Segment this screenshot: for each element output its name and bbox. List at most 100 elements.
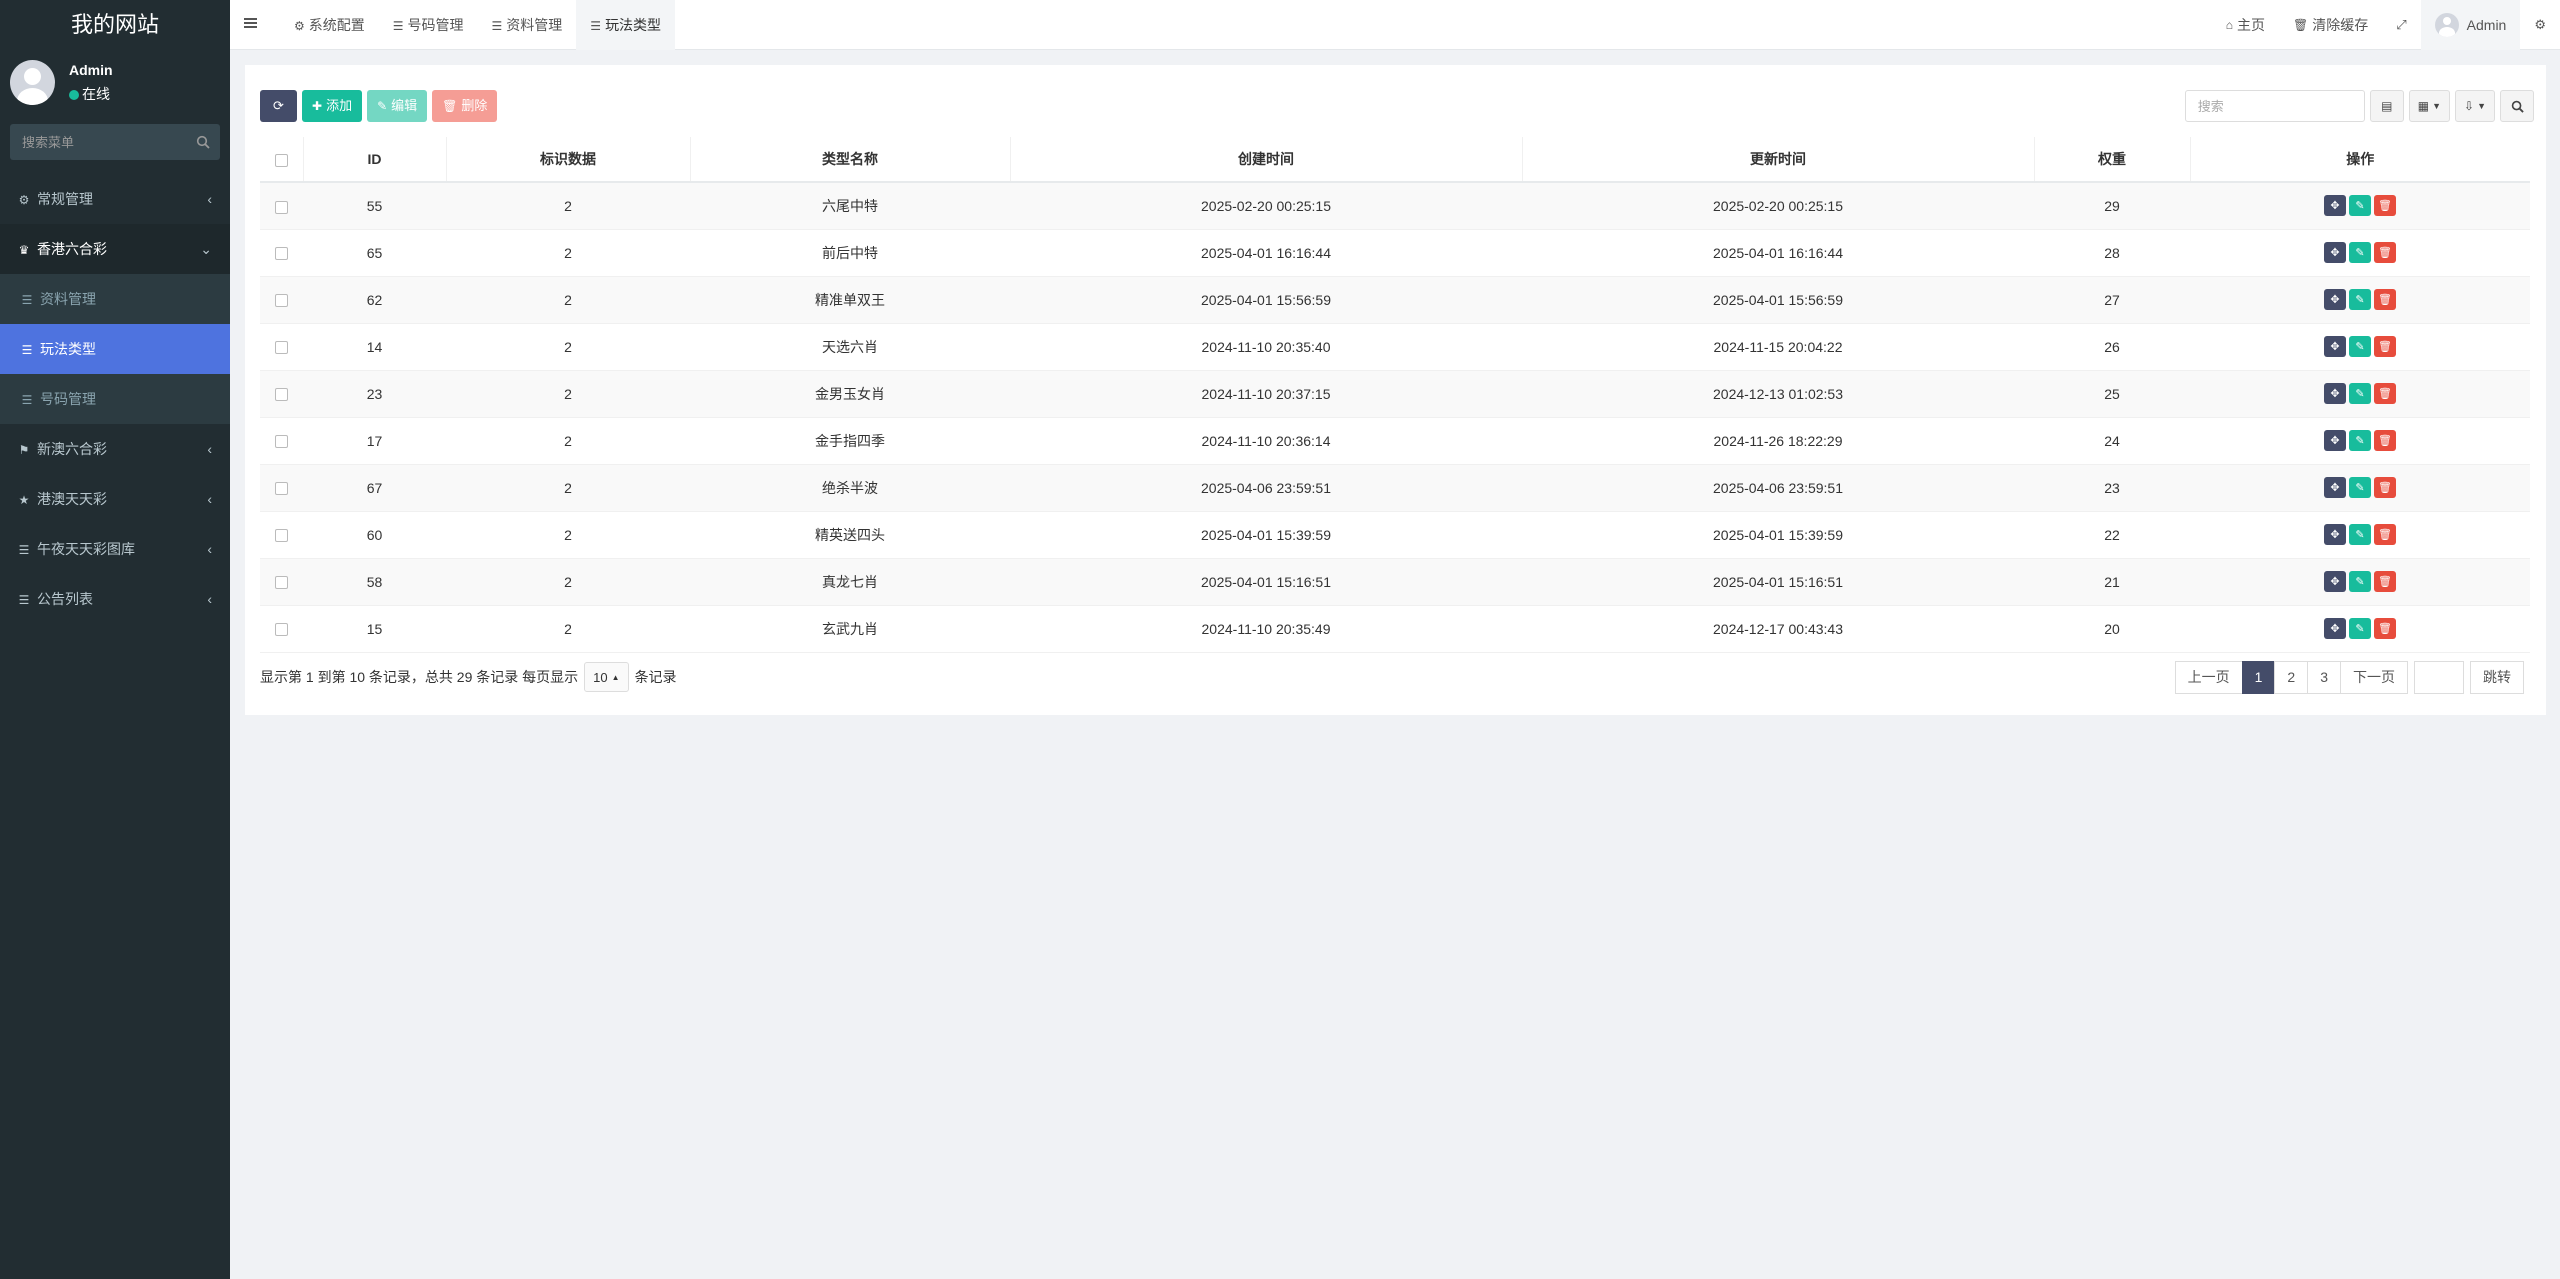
trash-icon: 🗑 (2378, 482, 2392, 494)
add-button[interactable]: ✚ 添加 (302, 90, 363, 122)
drag-sort-button[interactable]: ✥ (2324, 618, 2346, 639)
row-checkbox[interactable] (275, 576, 288, 590)
export-button[interactable]: ⇩ ▼ (2455, 90, 2495, 122)
tab-data-management[interactable]: ☰ 资料管理 (478, 0, 577, 50)
page-size-select[interactable]: 10 ▲ (584, 662, 629, 692)
column-header-id[interactable]: ID (303, 137, 447, 183)
menu-search-input[interactable] (10, 124, 220, 160)
sidebar-item-new-macau[interactable]: ⚑ 新澳六合彩 ‹ (0, 424, 230, 474)
sidebar-item-play-types[interactable]: ☰ 玩法类型 (0, 324, 230, 374)
row-select-cell (260, 370, 303, 418)
row-checkbox[interactable] (275, 294, 288, 308)
page-3-button[interactable]: 3 (2307, 661, 2341, 694)
tab-system-config[interactable]: ⚙ 系统配置 (280, 0, 379, 50)
tab-number-management[interactable]: ☰ 号码管理 (379, 0, 478, 50)
drag-sort-button[interactable]: ✥ (2324, 571, 2346, 592)
row-edit-button[interactable]: ✎ (2349, 477, 2371, 498)
row-checkbox[interactable] (275, 388, 288, 402)
row-checkbox[interactable] (275, 200, 288, 214)
column-header-name[interactable]: 类型名称 (690, 137, 1011, 183)
row-delete-button[interactable]: 🗑 (2374, 336, 2396, 357)
sidebar-item-number-management[interactable]: ☰ 号码管理 (0, 374, 230, 424)
column-header-weight[interactable]: 权重 (2034, 137, 2191, 183)
clear-cache-button[interactable]: 🗑 清除缓存 (2279, 0, 2382, 50)
brand-title[interactable]: 我的网站 (0, 0, 230, 50)
row-delete-button[interactable]: 🗑 (2374, 524, 2396, 545)
sidebar-item-data-management[interactable]: ☰ 资料管理 (0, 274, 230, 324)
row-edit-button[interactable]: ✎ (2349, 336, 2371, 357)
tab-play-types[interactable]: ☰ 玩法类型 (576, 0, 676, 50)
row-delete-button[interactable]: 🗑 (2374, 289, 2396, 310)
table-row[interactable]: 65 2 前后中特 2025-04-01 16:16:44 2025-04-01 16:… (260, 229, 2530, 277)
row-checkbox[interactable] (275, 247, 288, 261)
next-page-button[interactable]: 下一页 (2340, 661, 2408, 694)
column-header-flag[interactable]: 标识数据 (446, 137, 691, 183)
sidebar-item-hk-macau-daily[interactable]: ★ 港澳天天彩 ‹ (0, 474, 230, 524)
fullscreen-button[interactable]: ⤢ (2382, 0, 2420, 50)
row-checkbox[interactable] (275, 529, 288, 543)
toggle-view-button[interactable]: ▤ (2369, 90, 2404, 122)
row-edit-button[interactable]: ✎ (2349, 242, 2371, 263)
column-header-updated[interactable]: 更新时间 (1522, 137, 2035, 183)
table-row[interactable]: 17 2 金手指四季 2024-11-10 20:36:14 2024-11-26 18… (260, 417, 2530, 465)
row-edit-button[interactable]: ✎ (2349, 289, 2371, 310)
sidebar-item-hk-lottery[interactable]: ♛ 香港六合彩 ⌄ (0, 224, 230, 274)
sidebar-item-midnight-gallery[interactable]: ☰ 午夜天天彩图库 ‹ (0, 524, 230, 574)
search-icon[interactable] (196, 135, 210, 149)
columns-button[interactable]: ▦ ▼ (2408, 90, 2451, 122)
table-search-input[interactable] (2184, 90, 2365, 122)
row-edit-button[interactable]: ✎ (2349, 430, 2371, 451)
drag-sort-button[interactable]: ✥ (2324, 242, 2346, 263)
row-delete-button[interactable]: 🗑 (2374, 571, 2396, 592)
table-row[interactable]: 55 2 六尾中特 2025-02-20 00:25:15 2025-02-20 00:… (260, 182, 2530, 230)
settings-button[interactable]: ⚙ (2520, 0, 2560, 50)
user-menu[interactable]: Admin (2420, 0, 2521, 50)
row-edit-button[interactable]: ✎ (2349, 383, 2371, 404)
row-edit-button[interactable]: ✎ (2349, 195, 2371, 217)
hamburger-menu-icon[interactable] (244, 16, 258, 30)
table-row[interactable]: 15 2 玄武九肖 2024-11-10 20:35:49 2024-12-17 00:… (260, 605, 2530, 653)
row-edit-button[interactable]: ✎ (2349, 571, 2371, 592)
row-edit-button[interactable]: ✎ (2349, 618, 2371, 639)
row-delete-button[interactable]: 🗑 (2374, 430, 2396, 451)
row-checkbox[interactable] (275, 341, 288, 355)
sidebar-item-announcements[interactable]: ☰ 公告列表 ‹ (0, 574, 230, 624)
table-row[interactable]: 67 2 绝杀半波 2025-04-06 23:59:51 2025-04-06 23:… (260, 464, 2530, 512)
jump-page-input[interactable] (2414, 661, 2464, 694)
sidebar: 我的网站 Admin 在线 ⚙常规管理‹ ♛香港六合彩⌄ ☰资料管理 ☰玩法类型… (0, 0, 230, 1279)
jump-button[interactable]: 跳转 (2470, 661, 2524, 694)
row-delete-button[interactable]: 🗑 (2374, 618, 2396, 639)
edit-button[interactable]: ✎ 编辑 (367, 90, 428, 122)
row-edit-button[interactable]: ✎ (2349, 524, 2371, 545)
advanced-search-button[interactable] (2500, 90, 2534, 122)
drag-sort-button[interactable]: ✥ (2324, 383, 2346, 404)
prev-page-button[interactable]: 上一页 (2174, 661, 2243, 694)
row-delete-button[interactable]: 🗑 (2374, 383, 2396, 404)
row-delete-button[interactable]: 🗑 (2374, 195, 2396, 217)
table-row[interactable]: 62 2 精准单双王 2025-04-01 15:56:59 2025-04-01 15… (260, 276, 2530, 324)
page-1-button[interactable]: 1 (2241, 661, 2276, 694)
row-select-cell (260, 558, 303, 606)
refresh-button[interactable]: ⟳ (260, 90, 297, 122)
delete-button[interactable]: 🗑 删除 (432, 90, 498, 122)
column-header-created[interactable]: 创建时间 (1010, 137, 1523, 183)
row-checkbox[interactable] (275, 482, 288, 496)
drag-sort-button[interactable]: ✥ (2324, 195, 2346, 217)
drag-sort-button[interactable]: ✥ (2324, 477, 2346, 498)
table-row[interactable]: 23 2 金男玉女肖 2024-11-10 20:37:15 2024-12-13 01… (260, 370, 2530, 418)
sidebar-item-general[interactable]: ⚙ 常规管理 ‹ (0, 174, 230, 224)
drag-sort-button[interactable]: ✥ (2324, 524, 2346, 545)
home-link[interactable]: ⌂ 主页 (2212, 0, 2279, 50)
table-row[interactable]: 14 2 天选六肖 2024-11-10 20:35:40 2024-11-15 20:… (260, 323, 2530, 371)
row-delete-button[interactable]: 🗑 (2374, 242, 2396, 263)
table-row[interactable]: 60 2 精英送四头 2025-04-01 15:39:59 2025-04-01 15… (260, 511, 2530, 559)
row-checkbox[interactable] (275, 623, 288, 637)
drag-sort-button[interactable]: ✥ (2324, 430, 2346, 451)
row-checkbox[interactable] (275, 435, 288, 449)
drag-sort-button[interactable]: ✥ (2324, 336, 2346, 357)
table-row[interactable]: 58 2 真龙七肖 2025-04-01 15:16:51 2025-04-01 15:… (260, 558, 2530, 606)
drag-sort-button[interactable]: ✥ (2324, 289, 2346, 310)
select-all-checkbox[interactable] (274, 153, 288, 167)
row-delete-button[interactable]: 🗑 (2374, 477, 2396, 498)
page-2-button[interactable]: 2 (2274, 661, 2309, 694)
